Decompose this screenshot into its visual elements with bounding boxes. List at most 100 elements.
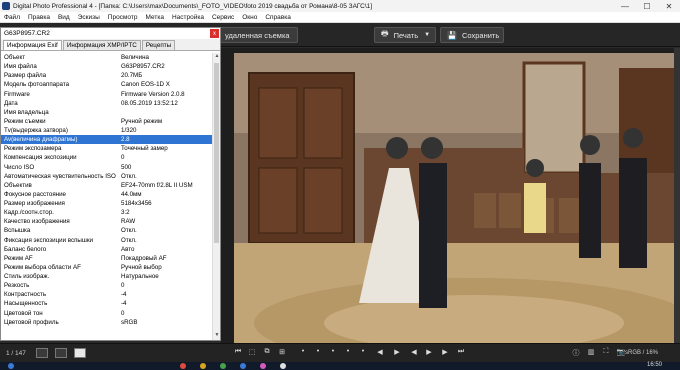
- scroll-up-icon[interactable]: ▲: [213, 53, 221, 61]
- exif-value: Авто: [121, 245, 135, 253]
- table-row[interactable]: Насыщенность -4: [1, 299, 213, 308]
- info-icon[interactable]: ⓘ: [571, 348, 581, 359]
- menu-mark[interactable]: Метка: [141, 14, 167, 21]
- table-row[interactable]: Режим выбора области AF Ручной выбор: [1, 263, 213, 272]
- table-row[interactable]: Firmware Firmware Version 2.0.8: [1, 90, 213, 99]
- exif-value: 2.8: [121, 136, 130, 144]
- thumbnail-view-icon[interactable]: [36, 348, 48, 358]
- dot-icon[interactable]: •: [343, 348, 353, 359]
- table-row[interactable]: Объект Величина: [1, 53, 213, 62]
- menu-help[interactable]: Справка: [261, 14, 295, 21]
- exif-key: Модель фотоаппарата: [4, 81, 70, 89]
- dot-icon[interactable]: •: [358, 348, 368, 359]
- app-icon[interactable]: [220, 363, 226, 369]
- prev-image-icon[interactable]: ◀: [375, 348, 385, 359]
- menu-window[interactable]: Окно: [238, 14, 261, 21]
- window-title: Digital Photo Professional 4 - [Папка: C…: [13, 2, 373, 10]
- table-row[interactable]: Автоматическая чувствительность ISO Откл.: [1, 172, 213, 181]
- table-row[interactable]: Режим съемки Ручной режим: [1, 117, 213, 126]
- exif-value: -4: [121, 300, 127, 308]
- table-row[interactable]: Размер файла 20.7МБ: [1, 71, 213, 80]
- exif-value: Firmware Version 2.0.8: [121, 90, 185, 98]
- close-icon[interactable]: x: [210, 29, 219, 38]
- menu-file[interactable]: Файл: [0, 14, 24, 21]
- table-row[interactable]: Режим экспозамера Точечный замер: [1, 144, 213, 153]
- scroll-down-icon[interactable]: ▼: [213, 332, 221, 340]
- tab-recipes[interactable]: Рецепты: [141, 40, 176, 50]
- play-icon[interactable]: ▶: [392, 348, 402, 359]
- table-row[interactable]: Имя файла G63P8957.CR2: [1, 62, 213, 71]
- menu-bar: Файл Правка Вид Эскизы Просмотр Метка На…: [0, 12, 680, 23]
- table-row[interactable]: Объектив EF24-70mm f/2.8L II USM: [1, 181, 213, 190]
- fullscreen-icon[interactable]: ⛶: [601, 348, 611, 359]
- table-row[interactable]: Компенсация экспозиции 0: [1, 153, 213, 162]
- table-row[interactable]: Резкость 0: [1, 281, 213, 290]
- close-window-button[interactable]: ✕: [658, 2, 680, 11]
- menu-preview[interactable]: Просмотр: [104, 14, 142, 21]
- crop-icon[interactable]: ⬚: [247, 348, 257, 359]
- step-forward-icon[interactable]: ▶: [424, 348, 434, 359]
- chevron-down-icon[interactable]: ▼: [424, 32, 430, 38]
- app-icon[interactable]: [260, 363, 266, 369]
- exif-key: Объектив: [4, 181, 32, 189]
- exif-value: Откл.: [121, 227, 137, 235]
- table-row[interactable]: Цветовой тон 0: [1, 309, 213, 318]
- exif-value: 0: [121, 309, 125, 317]
- first-image-icon[interactable]: ⏮: [233, 348, 243, 359]
- tab-xmp-iptc[interactable]: Информация XMP/IPTC: [62, 40, 141, 50]
- split-view-icon[interactable]: ▥: [586, 348, 596, 359]
- dot-icon[interactable]: •: [313, 348, 323, 359]
- menu-tools[interactable]: Сервис: [208, 14, 238, 21]
- table-row[interactable]: Стиль изображ. Натуральное: [1, 272, 213, 281]
- table-row[interactable]: Tv(выдержка затвора) 1/320: [1, 126, 213, 135]
- compare-icon[interactable]: ⧉: [262, 348, 272, 359]
- table-row[interactable]: Дата 08.05.2019 13:52:12: [1, 99, 213, 108]
- table-row[interactable]: Кадр./соотн.стор. 3:2: [1, 208, 213, 217]
- exif-key: Вспышка: [4, 227, 31, 235]
- menu-thumbnails[interactable]: Эскизы: [74, 14, 104, 21]
- table-row[interactable]: Число ISO 500: [1, 163, 213, 172]
- print-button[interactable]: 🖶 Печать ▼: [374, 27, 436, 43]
- exif-key: Контрастность: [4, 291, 47, 299]
- next-image-icon[interactable]: ▶: [440, 348, 450, 359]
- menu-settings[interactable]: Настройка: [168, 14, 208, 21]
- table-row[interactable]: Фокусное расстояние 44.0мм: [1, 190, 213, 199]
- dot-icon[interactable]: •: [298, 348, 308, 359]
- zoom-icon[interactable]: ⊞: [277, 348, 287, 359]
- viewer-scrollbar[interactable]: [674, 48, 680, 343]
- info-panel-scrollbar[interactable]: ▲ ▼: [212, 53, 220, 340]
- menu-view[interactable]: Вид: [54, 14, 74, 21]
- maximize-button[interactable]: ☐: [636, 2, 658, 11]
- dot-icon[interactable]: •: [328, 348, 338, 359]
- app-icon[interactable]: [240, 363, 246, 369]
- grid-view-icon[interactable]: [55, 348, 67, 358]
- table-row[interactable]: Модель фотоаппарата Canon EOS-1D X: [1, 80, 213, 89]
- table-row[interactable]: Баланс белого Авто: [1, 245, 213, 254]
- save-button[interactable]: 💾 Сохранить: [440, 27, 504, 43]
- image-viewer[interactable]: [221, 48, 680, 343]
- table-row[interactable]: Вспышка Откл.: [1, 226, 213, 235]
- table-row[interactable]: Режим AF Покадровый AF: [1, 254, 213, 263]
- tab-exif[interactable]: Информация Exif: [3, 40, 62, 50]
- table-row[interactable]: Av(величина диафрагмы) 2.8: [1, 135, 213, 145]
- app-icon[interactable]: [280, 363, 286, 369]
- preview-view-icon[interactable]: [74, 348, 86, 358]
- table-row[interactable]: Фиксация экспозиции вспышки Откл.: [1, 236, 213, 245]
- app-icon[interactable]: [180, 363, 186, 369]
- table-row[interactable]: Цветовой профиль sRGB: [1, 318, 213, 327]
- exif-key: Фокусное расстояние: [4, 190, 66, 198]
- exif-key: Размер файла: [4, 72, 47, 80]
- step-back-icon[interactable]: ◀: [409, 348, 419, 359]
- start-icon[interactable]: [8, 363, 14, 369]
- table-row[interactable]: Контрастность -4: [1, 290, 213, 299]
- menu-edit[interactable]: Правка: [24, 14, 54, 21]
- app-icon[interactable]: [200, 363, 206, 369]
- remote-shooting-button[interactable]: удаленная съемка: [218, 27, 298, 43]
- table-row[interactable]: Качество изображения RAW: [1, 217, 213, 226]
- scroll-thumb[interactable]: [214, 63, 219, 243]
- exif-key: Резкость: [4, 282, 30, 290]
- minimize-button[interactable]: —: [614, 2, 636, 11]
- table-row[interactable]: Имя владельца: [1, 108, 213, 117]
- table-row[interactable]: Размер изображения 5184x3456: [1, 199, 213, 208]
- last-image-icon[interactable]: ⏭: [456, 348, 466, 359]
